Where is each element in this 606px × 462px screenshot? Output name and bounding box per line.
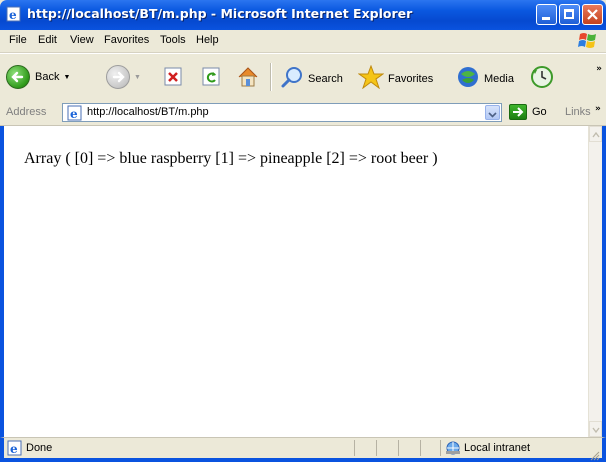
- maximize-icon: [564, 9, 574, 19]
- window-title: http://localhost/BT/m.php - Microsoft In…: [27, 6, 413, 21]
- ie-page-icon: e: [6, 6, 22, 22]
- menu-tools-label: Tools: [160, 34, 186, 46]
- stop-button[interactable]: [164, 67, 184, 90]
- svg-text:e: e: [9, 8, 17, 22]
- status-divider: [440, 440, 441, 456]
- windows-logo-icon: [575, 31, 601, 51]
- links-label[interactable]: Links: [565, 106, 591, 118]
- refresh-icon: [202, 67, 222, 90]
- status-divider: [376, 440, 377, 456]
- menu-edit[interactable]: Edit: [38, 34, 57, 46]
- menu-favorites[interactable]: Favorites: [104, 34, 149, 46]
- maximize-button[interactable]: [559, 4, 580, 25]
- minimize-button[interactable]: [536, 4, 557, 25]
- address-dropdown-icon[interactable]: [485, 105, 500, 120]
- go-button[interactable]: Go: [509, 104, 547, 120]
- menu-view-label: View: [70, 34, 94, 46]
- back-button[interactable]: Back ▼: [6, 65, 70, 89]
- svg-text:e: e: [10, 442, 18, 456]
- go-label: Go: [532, 106, 547, 118]
- favorites-button[interactable]: Favorites: [357, 64, 434, 92]
- status-bar: e Done Local intranet: [0, 437, 606, 462]
- menu-view[interactable]: View: [70, 34, 94, 46]
- status-divider: [354, 440, 355, 456]
- security-zone-label: Local intranet: [464, 442, 531, 454]
- menu-help-label: Help: [196, 34, 219, 46]
- svg-text:e: e: [70, 107, 78, 121]
- title-bar[interactable]: e http://localhost/BT/m.php - Microsoft …: [0, 0, 606, 30]
- go-arrow-icon: [509, 104, 527, 120]
- search-button[interactable]: Search: [280, 65, 343, 92]
- page-content: [0, 126, 606, 437]
- menu-bar: File Edit View Favorites Tools Help: [0, 30, 606, 53]
- vertical-scrollbar[interactable]: [588, 126, 602, 437]
- back-icon: [6, 65, 30, 89]
- scroll-up-button[interactable]: [589, 126, 602, 142]
- media-button[interactable]: Media: [456, 65, 514, 92]
- status-divider: [420, 440, 421, 456]
- media-label: Media: [484, 72, 514, 85]
- local-intranet-icon: [444, 440, 462, 460]
- menu-help[interactable]: Help: [196, 34, 219, 46]
- history-button[interactable]: [530, 65, 554, 92]
- status-divider: [398, 440, 399, 456]
- address-label: Address: [6, 106, 47, 118]
- menu-file[interactable]: File: [9, 34, 27, 46]
- status-page-icon: e: [7, 440, 23, 460]
- standard-toolbar: Back ▼ ▼ Search Favorites Media »: [0, 53, 606, 101]
- menu-edit-label: Edit: [38, 34, 57, 46]
- address-input[interactable]: e http://localhost/BT/m.php: [62, 103, 502, 122]
- home-button[interactable]: [236, 65, 260, 92]
- page-output-text: Array ( [0] => blue raspberry [1] => pin…: [24, 150, 438, 167]
- status-text: Done: [26, 442, 53, 454]
- forward-button[interactable]: ▼: [106, 65, 141, 89]
- menu-favorites-label: Favorites: [104, 34, 150, 46]
- media-icon: [456, 65, 480, 92]
- scroll-down-button[interactable]: [589, 421, 602, 437]
- back-label: Back: [35, 71, 60, 83]
- links-overflow-icon[interactable]: »: [595, 104, 601, 114]
- toolbar-separator: [270, 63, 272, 91]
- favorites-star-icon: [357, 64, 385, 92]
- menu-tools[interactable]: Tools: [160, 34, 186, 46]
- menu-file-label: File: [9, 34, 27, 46]
- close-button[interactable]: [582, 4, 603, 25]
- forward-dropdown-icon[interactable]: ▼: [134, 74, 141, 81]
- history-icon: [530, 65, 554, 92]
- page-favicon-icon: e: [67, 105, 83, 125]
- browser-window: e http://localhost/BT/m.php - Microsoft …: [0, 0, 606, 462]
- minimize-icon: [542, 17, 550, 20]
- resize-grip-icon[interactable]: [590, 446, 600, 461]
- address-url: http://localhost/BT/m.php: [87, 106, 209, 118]
- back-dropdown-icon[interactable]: ▼: [63, 74, 70, 81]
- home-icon: [236, 65, 260, 92]
- search-icon: [280, 65, 304, 92]
- forward-icon: [106, 65, 130, 89]
- toolbar-overflow-icon[interactable]: »: [596, 64, 602, 74]
- favorites-label: Favorites: [388, 72, 434, 85]
- search-label: Search: [308, 72, 343, 85]
- stop-icon: [164, 67, 184, 90]
- refresh-button[interactable]: [202, 67, 222, 90]
- address-bar: Address e http://localhost/BT/m.php Go L…: [0, 100, 606, 126]
